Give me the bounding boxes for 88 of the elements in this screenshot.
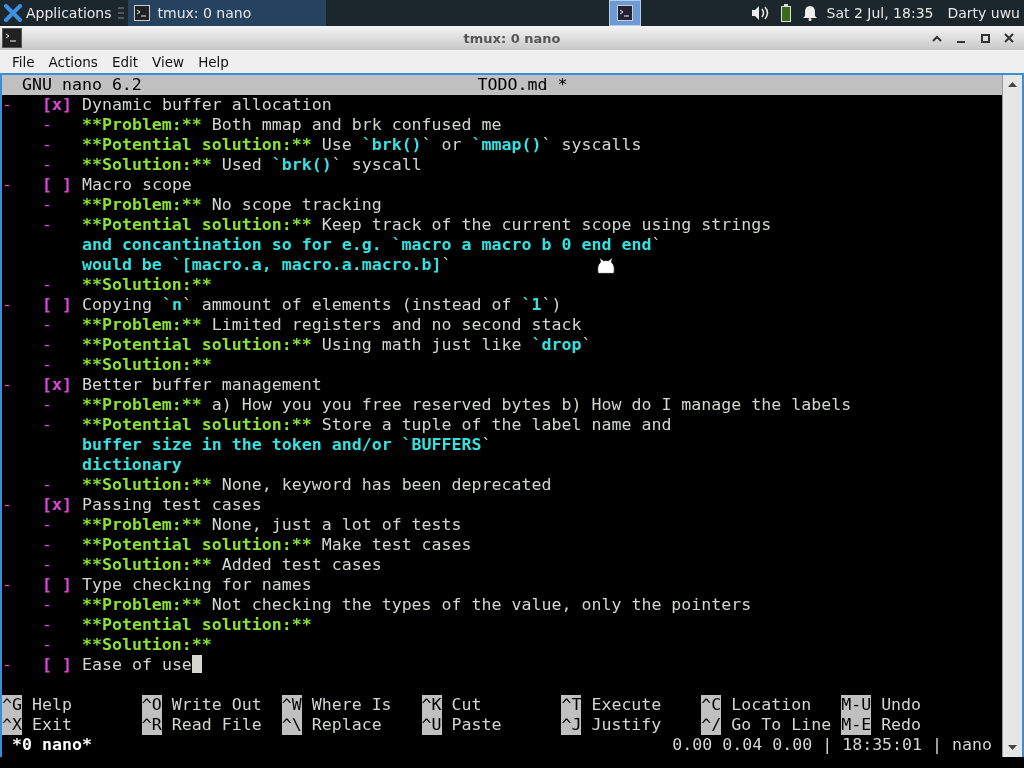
handle-icon xyxy=(117,7,124,19)
text-line: - [ ] Macro scope xyxy=(2,175,192,195)
shortcut-key: ^C xyxy=(701,695,722,715)
menu-item[interactable]: Actions xyxy=(41,53,105,70)
clock[interactable]: Sat 2 Jul, 18:35 xyxy=(826,5,934,21)
shortcut-key: ^R xyxy=(141,715,162,735)
shortcut-key: ^J xyxy=(561,715,582,735)
shortcut-key: ^G xyxy=(2,695,22,715)
terminal-icon[interactable] xyxy=(2,28,22,48)
shortcut-label: Paste xyxy=(451,715,502,735)
shortcut-label: Undo xyxy=(881,695,922,715)
workspace-button[interactable] xyxy=(608,0,641,26)
scroll-up-icon[interactable] xyxy=(1007,80,1018,88)
text-line: - **Problem:** a) How you you free reserved bytes b) How do I manage the labels xyxy=(41,395,852,415)
x-logo-icon xyxy=(4,4,22,22)
minimize-icon xyxy=(956,41,966,43)
text-line: - **Problem:** Both mmap and brk confused me xyxy=(41,115,502,135)
text-line: - **Potential solution:** Using math just like `drop` xyxy=(41,335,592,355)
text-line: would be `[macro.a, macro.a.macro.b]` xyxy=(81,255,452,275)
nano-version: GNU nano 6.2 xyxy=(21,75,142,95)
tmux-window: *0 nano* xyxy=(12,735,92,755)
speaker-icon[interactable] xyxy=(750,5,769,21)
shortcut-label: Go To Line xyxy=(731,715,832,735)
text-line: - **Potential solution:** Keep track of the current scope using strings xyxy=(41,215,772,235)
shortcut-key: ^X xyxy=(2,715,22,735)
text-line: - **Solution:** None, keyword has been deprecated xyxy=(41,475,552,495)
shortcut-key: ^K xyxy=(421,695,442,715)
window-title: tmux: 0 nano xyxy=(463,30,561,46)
maximize-icon xyxy=(980,33,990,43)
shortcut-key: ^/ xyxy=(701,715,722,735)
menu-item[interactable]: File xyxy=(5,53,42,70)
close-icon xyxy=(1004,33,1014,43)
caret-up-icon xyxy=(932,34,942,42)
shortcut-label: Redo xyxy=(881,715,922,735)
text-line: - **Solution:** xyxy=(41,275,212,295)
text-line: - **Solution:** xyxy=(41,355,212,375)
text-line: - **Potential solution:** Use `brk()` or `mmap()` syscalls xyxy=(41,135,642,155)
scrollbar[interactable] xyxy=(1002,75,1022,757)
scroll-down-icon[interactable] xyxy=(1007,744,1018,752)
shortcut-label: Location xyxy=(731,695,812,715)
shortcut-key: ^\ xyxy=(281,715,302,735)
text-line: - [x] Passing test cases xyxy=(2,495,262,515)
text-line: - [ ] Type checking for names xyxy=(2,575,312,595)
file-name: TODO.md * xyxy=(477,75,568,95)
text-line: - **Potential solution:** Make test cases xyxy=(41,535,472,555)
text-line: - [x] Dynamic buffer allocation xyxy=(2,95,332,115)
shortcut-label: Exit xyxy=(31,715,72,735)
text-line: - **Solution:** xyxy=(41,635,212,655)
shortcut-label: Write Out xyxy=(171,695,262,715)
text-line: - [ ] Copying `n` ammount of elements (instead of `1`) xyxy=(2,295,562,315)
text-line: dictionary xyxy=(81,455,182,475)
cat-icon xyxy=(594,256,618,275)
tmux-status: 0.00 0.04 0.00 | 18:35:01 | nano xyxy=(672,735,993,755)
text-line: - [x] Better buffer management xyxy=(2,375,322,395)
applications-menu[interactable]: Applications xyxy=(0,0,116,26)
shortcut-key: M-U xyxy=(841,695,872,715)
text-line: - **Potential solution:** Store a tuple of the label name and xyxy=(41,415,672,435)
shortcut-key: ^T xyxy=(561,695,582,715)
bell-icon[interactable] xyxy=(802,5,817,21)
menu-item[interactable]: Edit xyxy=(104,53,146,70)
text-line: - **Problem:** Limited registers and no second stack xyxy=(41,315,582,335)
text-line: - **Potential solution:** xyxy=(41,615,312,635)
shortcut-key: ^O xyxy=(141,695,162,715)
text-line: buffer size in the token and/or `BUFFERS` xyxy=(81,435,492,455)
shortcut-label: Cut xyxy=(451,695,482,715)
shortcut-label: Help xyxy=(31,695,72,715)
text-line: and concantination so for e.g. `macro a macro b 0 end end` xyxy=(81,235,662,255)
text-line: - **Problem:** No scope tracking xyxy=(41,195,382,215)
terminal-icon xyxy=(133,5,150,21)
menu-item[interactable]: View xyxy=(145,53,192,70)
taskbar-button[interactable]: tmux: 0 nano xyxy=(127,0,326,26)
text-line: - [ ] Ease of use xyxy=(2,655,202,675)
shortcut-label: Read File xyxy=(171,715,262,735)
battery-icon[interactable] xyxy=(780,4,791,22)
text-line: - **Solution:** Used `brk()` syscall xyxy=(41,155,422,175)
text-line: - **Solution:** Added test cases xyxy=(41,555,382,575)
shortcut-key: M-E xyxy=(841,715,872,735)
shortcut-key: ^U xyxy=(421,715,442,735)
shortcut-key: ^W xyxy=(281,695,302,715)
terminal-icon xyxy=(616,5,633,21)
text-line: - **Problem:** None, just a lot of tests xyxy=(41,515,462,535)
shortcut-label: Where Is xyxy=(311,695,392,715)
menu-item[interactable]: Help xyxy=(191,53,236,70)
shortcut-label: Justify xyxy=(591,715,662,735)
user-name[interactable]: Darty uwu xyxy=(947,5,1020,21)
text-line: - **Problem:** Not checking the types of the value, only the pointers xyxy=(41,595,752,615)
shortcut-label: Replace xyxy=(311,715,382,735)
shortcut-label: Execute xyxy=(591,695,662,715)
